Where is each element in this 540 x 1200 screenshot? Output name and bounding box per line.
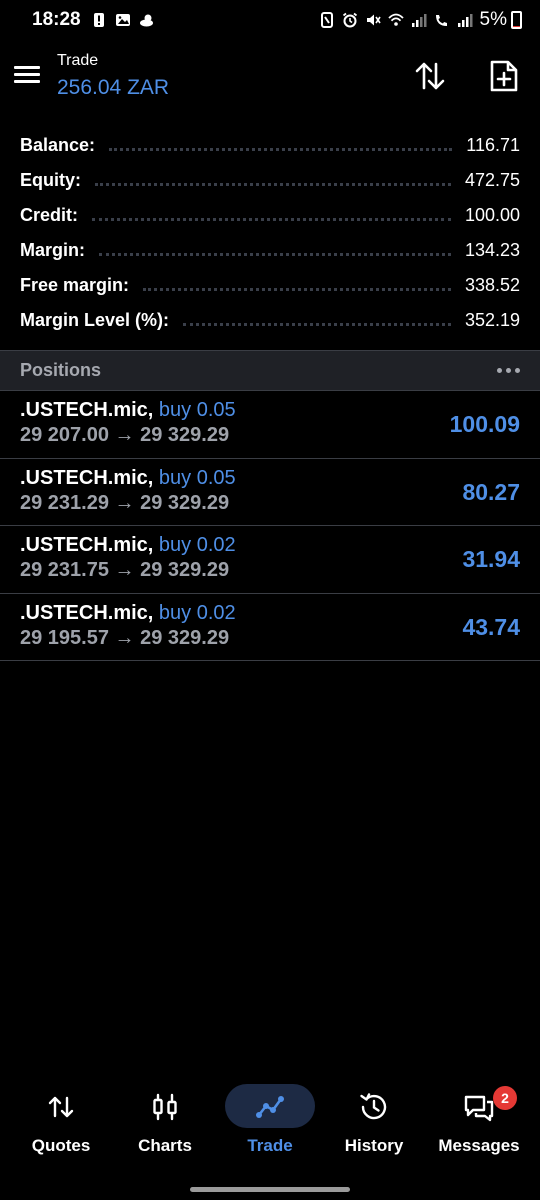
position-profit: 80.27 — [462, 478, 520, 505]
summary-label: Free margin: — [20, 275, 130, 295]
status-time: 18:28 — [32, 9, 81, 30]
summary-row-free-margin: Free margin: 338.52 — [0, 268, 540, 303]
position-type: buy 0.02 — [158, 601, 236, 624]
summary-value: 134.23 — [464, 240, 520, 260]
gallery-icon — [115, 14, 130, 26]
notification-icons — [91, 12, 155, 28]
signal-icon-2 — [457, 14, 473, 27]
position-type: buy 0.02 — [158, 534, 236, 556]
trade-icon — [256, 1096, 284, 1118]
summary-label: Margin: — [20, 240, 85, 260]
position-profit: 31.94 — [462, 546, 520, 572]
system-icons: 5% — [319, 9, 522, 31]
positions-section-header: Positions — [0, 350, 540, 391]
summary-value: 338.52 — [464, 275, 520, 295]
summary-row-margin-level: Margin Level (%): 352.19 — [0, 303, 540, 338]
nav-label: Charts — [138, 1136, 192, 1155]
summary-label: Credit: — [20, 205, 78, 225]
bottom-navigation: Quotes Charts Trade History 2 Messages — [0, 1078, 540, 1168]
volte-call-icon — [435, 15, 447, 26]
dotted-leader — [95, 183, 451, 186]
summary-label: Equity: — [20, 170, 81, 190]
position-prices: 29 195.57 → 29 329.29 — [20, 626, 230, 649]
position-symbol: .USTECH.mic, — [20, 399, 154, 421]
position-row[interactable]: .USTECH.mic, buy 0.05 29 207.00 → 29 329… — [0, 391, 540, 459]
summary-label: Balance: — [20, 135, 96, 155]
position-type: buy 0.05 — [158, 466, 236, 489]
wifi-icon — [387, 13, 404, 26]
home-indicator[interactable] — [190, 1187, 350, 1192]
dotted-leader — [143, 288, 451, 291]
position-symbol: .USTECH.mic, — [20, 601, 154, 624]
position-prices: 29 207.00 → 29 329.29 — [20, 424, 230, 446]
dotted-leader — [109, 148, 453, 151]
summary-row-credit: Credit: 100.00 — [0, 198, 540, 233]
new-order-icon[interactable] — [486, 58, 522, 94]
alert-icon — [93, 13, 104, 27]
status-bar: 18:28 5% — [0, 0, 540, 40]
mute-icon — [366, 14, 381, 26]
dotted-leader — [99, 253, 451, 256]
quotes-icon — [48, 1096, 74, 1118]
nav-quotes[interactable]: Quotes — [7, 1078, 115, 1168]
dotted-leader — [183, 323, 451, 326]
account-balance-subtitle: 256.04 ZAR — [57, 76, 170, 99]
summary-value: 352.19 — [464, 310, 520, 330]
charts-icon — [153, 1093, 177, 1121]
nav-label: History — [344, 1136, 404, 1155]
signal-icon — [411, 14, 427, 27]
alarm-icon — [342, 12, 357, 28]
sort-icon[interactable] — [412, 58, 448, 94]
position-row[interactable]: .USTECH.mic, buy 0.05 29 231.29 → 29 329… — [0, 459, 540, 526]
position-profit: 43.74 — [462, 613, 520, 640]
nav-history[interactable]: History — [320, 1078, 428, 1168]
position-profit: 100.09 — [449, 411, 520, 437]
messages-badge: 2 — [493, 1086, 517, 1110]
positions-title: Positions — [20, 360, 102, 380]
position-symbol: .USTECH.mic, — [20, 466, 154, 489]
battery-icon — [511, 11, 522, 29]
position-row[interactable]: .USTECH.mic, buy 0.02 29 195.57 → 29 329… — [0, 594, 540, 661]
summary-value: 100.00 — [464, 205, 520, 225]
position-prices: 29 231.29 → 29 329.29 — [20, 491, 230, 514]
more-options-icon[interactable] — [497, 368, 520, 373]
summary-row-equity: Equity: 472.75 — [0, 163, 540, 198]
nav-label: Trade — [247, 1136, 293, 1155]
messages-icon — [464, 1095, 494, 1122]
battery-indicator: 5% — [480, 9, 522, 31]
summary-value: 116.71 — [466, 135, 520, 155]
summary-row-margin: Margin: 134.23 — [0, 233, 540, 268]
nav-label: Quotes — [31, 1136, 91, 1155]
battery-percent: 5% — [479, 9, 507, 30]
summary-value: 472.75 — [464, 170, 520, 190]
position-type: buy 0.05 — [158, 399, 236, 421]
history-icon — [360, 1093, 387, 1120]
app-bar: Trade 256.04 ZAR — [0, 44, 540, 110]
summary-row-balance: Balance: 116.71 — [0, 128, 540, 163]
account-summary: Balance: 116.71 Equity: 472.75 Credit: 1… — [0, 128, 540, 338]
nav-charts[interactable]: Charts — [111, 1078, 219, 1168]
position-prices: 29 231.75 → 29 329.29 — [20, 559, 230, 581]
position-symbol: .USTECH.mic, — [20, 534, 154, 556]
nfc-icon — [320, 12, 333, 28]
nav-messages[interactable]: 2 Messages — [425, 1078, 533, 1168]
summary-label: Margin Level (%): — [20, 310, 170, 330]
page-title: Trade — [57, 52, 99, 69]
battery-fill — [513, 26, 520, 27]
nav-label: Messages — [438, 1136, 520, 1155]
weather-icon — [139, 14, 153, 27]
nav-trade[interactable]: Trade — [216, 1078, 324, 1168]
positions-list: .USTECH.mic, buy 0.05 29 207.00 → 29 329… — [0, 391, 540, 661]
dotted-leader — [92, 218, 451, 221]
menu-icon[interactable] — [14, 62, 42, 90]
position-row[interactable]: .USTECH.mic, buy 0.02 29 231.75 → 29 329… — [0, 526, 540, 594]
